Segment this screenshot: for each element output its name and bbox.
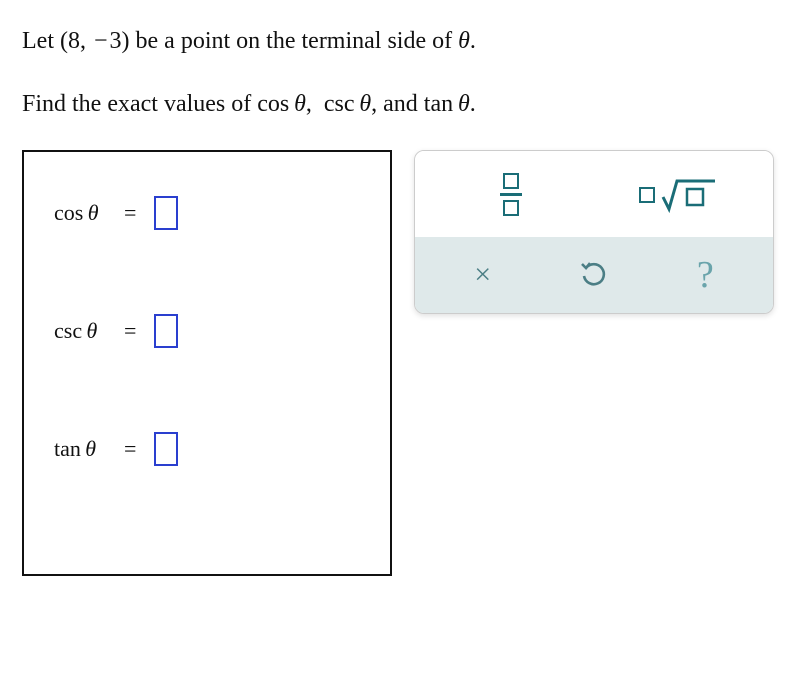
- text-period-2: .: [470, 91, 476, 117]
- text-let: Let: [22, 28, 60, 54]
- radical-coefficient-box: [639, 187, 655, 203]
- point-minus: −: [92, 28, 110, 54]
- radical-icon: [639, 177, 717, 213]
- point-open: (: [60, 28, 68, 54]
- equals-2: =: [124, 318, 142, 344]
- tool-bottom-row: × ?: [415, 237, 773, 313]
- point-x: 8: [68, 28, 80, 54]
- fraction-template-button[interactable]: [427, 169, 594, 221]
- text-period-1: .: [470, 28, 476, 54]
- input-cos[interactable]: [154, 196, 178, 230]
- fraction-icon: [500, 173, 522, 216]
- tool-panel: × ?: [414, 150, 774, 314]
- fn-cos: cos: [257, 91, 289, 117]
- fn-csc: csc: [324, 91, 355, 117]
- help-button[interactable]: ?: [650, 253, 761, 297]
- theta-2: θ: [294, 91, 306, 117]
- label-cos: cos θ: [54, 200, 112, 226]
- equals-3: =: [124, 436, 142, 462]
- sep-1: ,: [306, 91, 318, 117]
- input-tan[interactable]: [154, 432, 178, 466]
- point-comma: ,: [80, 28, 92, 54]
- text-terminal: be a point on the terminal side of: [130, 28, 459, 54]
- equals-1: =: [124, 200, 142, 226]
- radical-template-button[interactable]: [594, 169, 761, 221]
- answer-row-csc: csc θ =: [54, 314, 366, 348]
- fn-tan: tan: [424, 91, 453, 117]
- sep-2: , and: [371, 91, 424, 117]
- input-csc[interactable]: [154, 314, 178, 348]
- tool-top-row: [415, 151, 773, 237]
- point-close: ): [122, 28, 130, 54]
- answer-row-cos: cos θ =: [54, 196, 366, 230]
- help-icon: ?: [697, 253, 714, 297]
- theta-4: θ: [458, 91, 470, 117]
- problem-line-2: Find the exact values of cos θ, csc θ, a…: [22, 87, 778, 122]
- label-tan: tan θ: [54, 436, 112, 462]
- text-find: Find the exact values of: [22, 91, 257, 117]
- label-csc: csc θ: [54, 318, 112, 344]
- answer-row-tan: tan θ =: [54, 432, 366, 466]
- fraction-denominator-box: [503, 200, 519, 216]
- undo-icon: [579, 260, 609, 290]
- content-row: cos θ = csc θ = tan θ =: [22, 150, 778, 576]
- fraction-bar: [500, 193, 522, 196]
- theta-3: θ: [359, 91, 371, 117]
- fraction-numerator-box: [503, 173, 519, 189]
- theta-1: θ: [458, 28, 470, 54]
- undo-button[interactable]: [538, 253, 649, 297]
- problem-line-1: Let (8, −3) be a point on the terminal s…: [22, 24, 778, 59]
- close-icon: ×: [474, 258, 491, 292]
- point-y: 3: [110, 28, 122, 54]
- sqrt-glyph: [661, 177, 717, 213]
- clear-button[interactable]: ×: [427, 253, 538, 297]
- answer-box: cos θ = csc θ = tan θ =: [22, 150, 392, 576]
